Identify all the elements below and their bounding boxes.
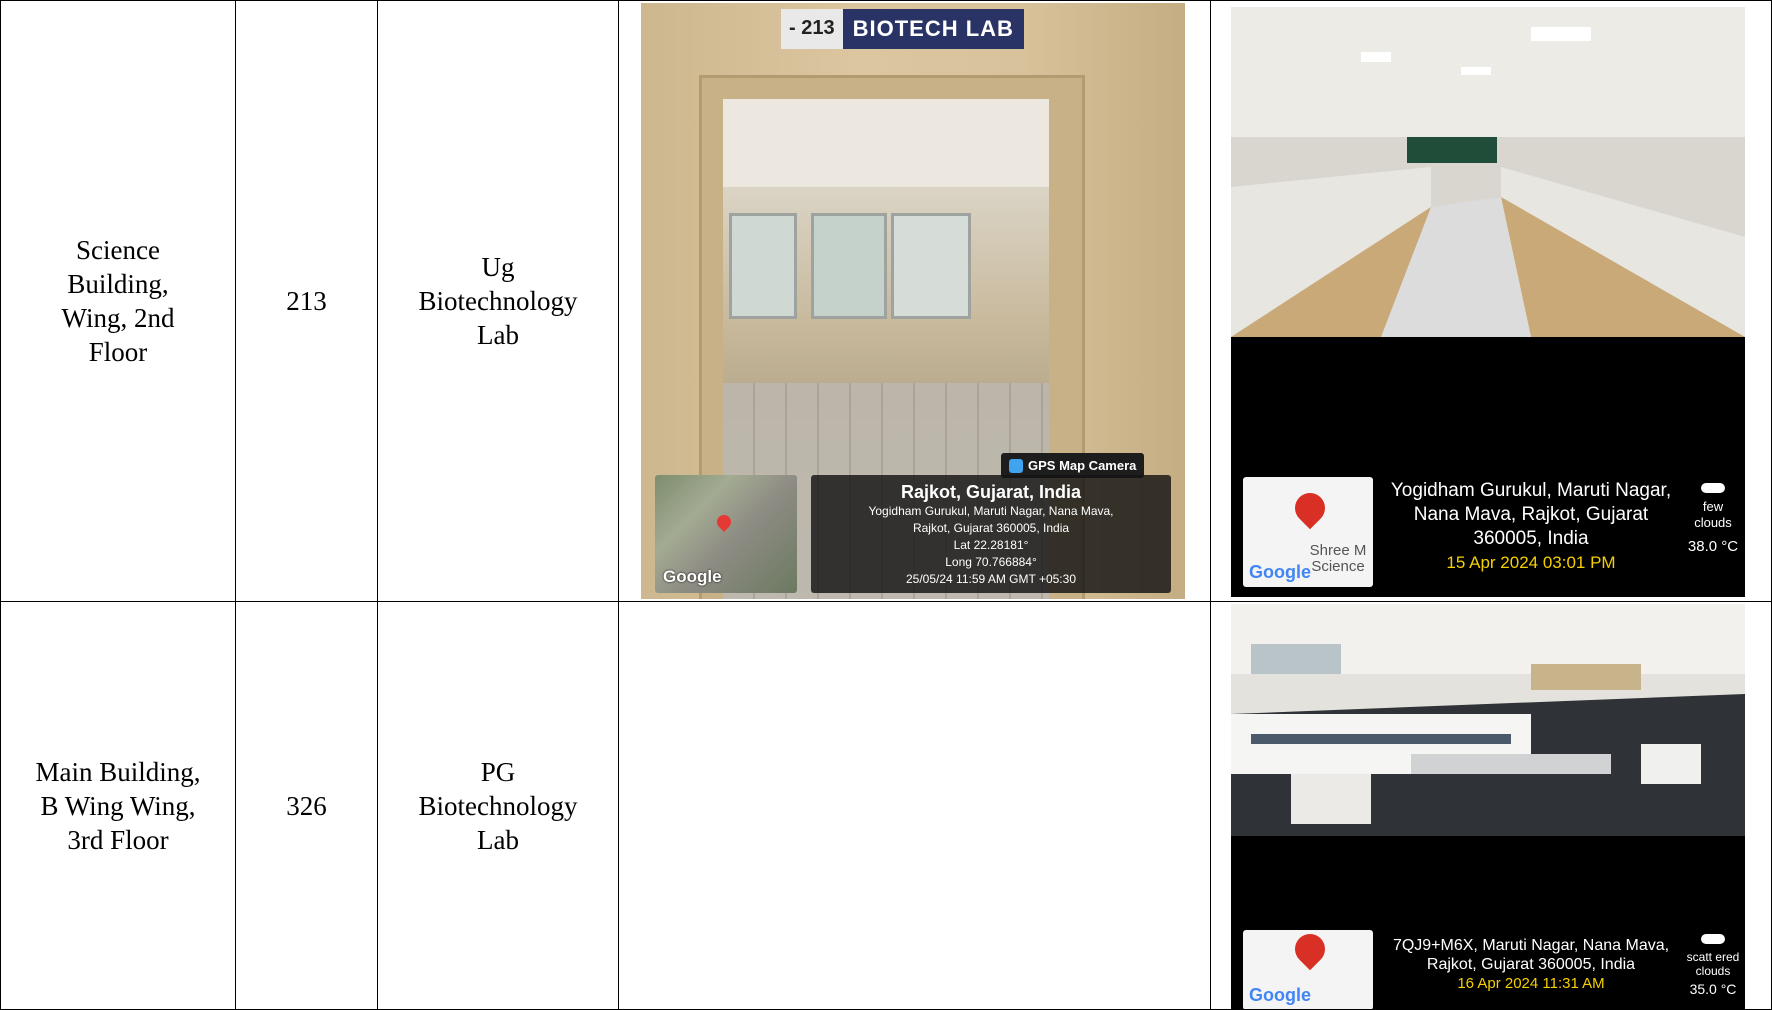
room-sign: - 213 BIOTECH LAB bbox=[781, 9, 1024, 49]
sign-number: - 213 bbox=[781, 9, 843, 49]
door-photo: - 213 BIOTECH LAB GPS Map Camera Google bbox=[641, 3, 1185, 599]
sign-name: BIOTECH LAB bbox=[842, 9, 1024, 49]
lab-interior-image bbox=[1231, 604, 1745, 836]
temperature: 35.0 °C bbox=[1689, 981, 1737, 997]
map-thumbnail: Google bbox=[1243, 930, 1373, 1009]
longitude: Long 70.766884° bbox=[945, 555, 1037, 569]
weather-info: few clouds 38.0 °C bbox=[1685, 483, 1741, 555]
temperature: 38.0 °C bbox=[1687, 538, 1739, 555]
room-number-cell: 326 bbox=[235, 601, 378, 1010]
lab-interior-image bbox=[1231, 7, 1745, 337]
map-pin-icon bbox=[1288, 486, 1332, 530]
location-cell: Science Building, Wing, 2nd Floor bbox=[0, 0, 236, 602]
photo-date: 16 Apr 2024 11:31 AM bbox=[1457, 975, 1605, 992]
window bbox=[891, 213, 971, 319]
lab-photo-cell: Google 7QJ9+M6X, Maruti Nagar, Nana Mava… bbox=[1210, 601, 1772, 1010]
location-cell: Main Building, B Wing Wing, 3rd Floor bbox=[0, 601, 236, 1010]
lab-photo-cell: Google Shree M Science Yogidham Gurukul,… bbox=[1210, 0, 1772, 602]
lab-name-cell: Ug Biotechnology Lab bbox=[377, 0, 619, 602]
latitude: Lat 22.28181° bbox=[953, 538, 1029, 552]
google-logo: Google bbox=[663, 567, 722, 586]
timestamp: 25/05/24 11:59 AM GMT +05:30 bbox=[905, 572, 1076, 586]
google-logo: Google bbox=[1249, 562, 1311, 582]
gps-info-box: Rajkot, Gujarat, India Yogidham Gurukul,… bbox=[811, 475, 1171, 593]
photo-address: Yogidham Gurukul, Maruti Nagar, Nana Mav… bbox=[1381, 479, 1681, 575]
lab-name-cell: PG Biotechnology Lab bbox=[377, 601, 619, 1010]
address-line: Rajkot, Gujarat 360005, India bbox=[912, 521, 1070, 535]
map-thumbnail: Google bbox=[655, 475, 797, 593]
empty-photo-cell bbox=[618, 601, 1211, 1010]
google-logo: Google bbox=[1249, 985, 1311, 1005]
photo-address: 7QJ9+M6X, Maruti Nagar, Nana Mava, Rajko… bbox=[1381, 936, 1681, 993]
location-title: Rajkot, Gujarat, India bbox=[900, 482, 1082, 502]
weather-text: few clouds bbox=[1694, 499, 1732, 530]
gps-camera-icon bbox=[1009, 458, 1023, 473]
map-caption: Shree M Science bbox=[1309, 542, 1367, 575]
door-photo-cell: - 213 BIOTECH LAB GPS Map Camera Google bbox=[618, 0, 1211, 602]
room-number-cell: 213 bbox=[235, 0, 378, 602]
ceiling bbox=[723, 99, 1049, 187]
lab-photo: Google 7QJ9+M6X, Maruti Nagar, Nana Mava… bbox=[1231, 604, 1745, 1009]
window bbox=[811, 213, 887, 319]
map-thumbnail: Google Shree M Science bbox=[1243, 477, 1373, 587]
weather-info: scatt ered clouds 35.0 °C bbox=[1685, 934, 1741, 996]
window bbox=[729, 213, 797, 319]
weather-text: scatt ered clouds bbox=[1686, 950, 1740, 978]
photo-date: 15 Apr 2024 03:01 PM bbox=[1446, 553, 1616, 572]
map-pin-icon bbox=[1288, 930, 1332, 971]
table-row: Science Building, Wing, 2nd Floor 213 Ug… bbox=[0, 0, 1772, 602]
cloud-icon bbox=[1701, 934, 1725, 944]
cloud-icon bbox=[1701, 483, 1725, 493]
lab-photo: Google Shree M Science Yogidham Gurukul,… bbox=[1231, 7, 1745, 597]
map-pin-icon bbox=[714, 512, 734, 532]
address-line: Yogidham Gurukul, Maruti Nagar, Nana Mav… bbox=[868, 504, 1114, 518]
table-row: Main Building, B Wing Wing, 3rd Floor 32… bbox=[0, 601, 1772, 1010]
lab-location-table: Science Building, Wing, 2nd Floor 213 Ug… bbox=[0, 0, 1772, 1010]
